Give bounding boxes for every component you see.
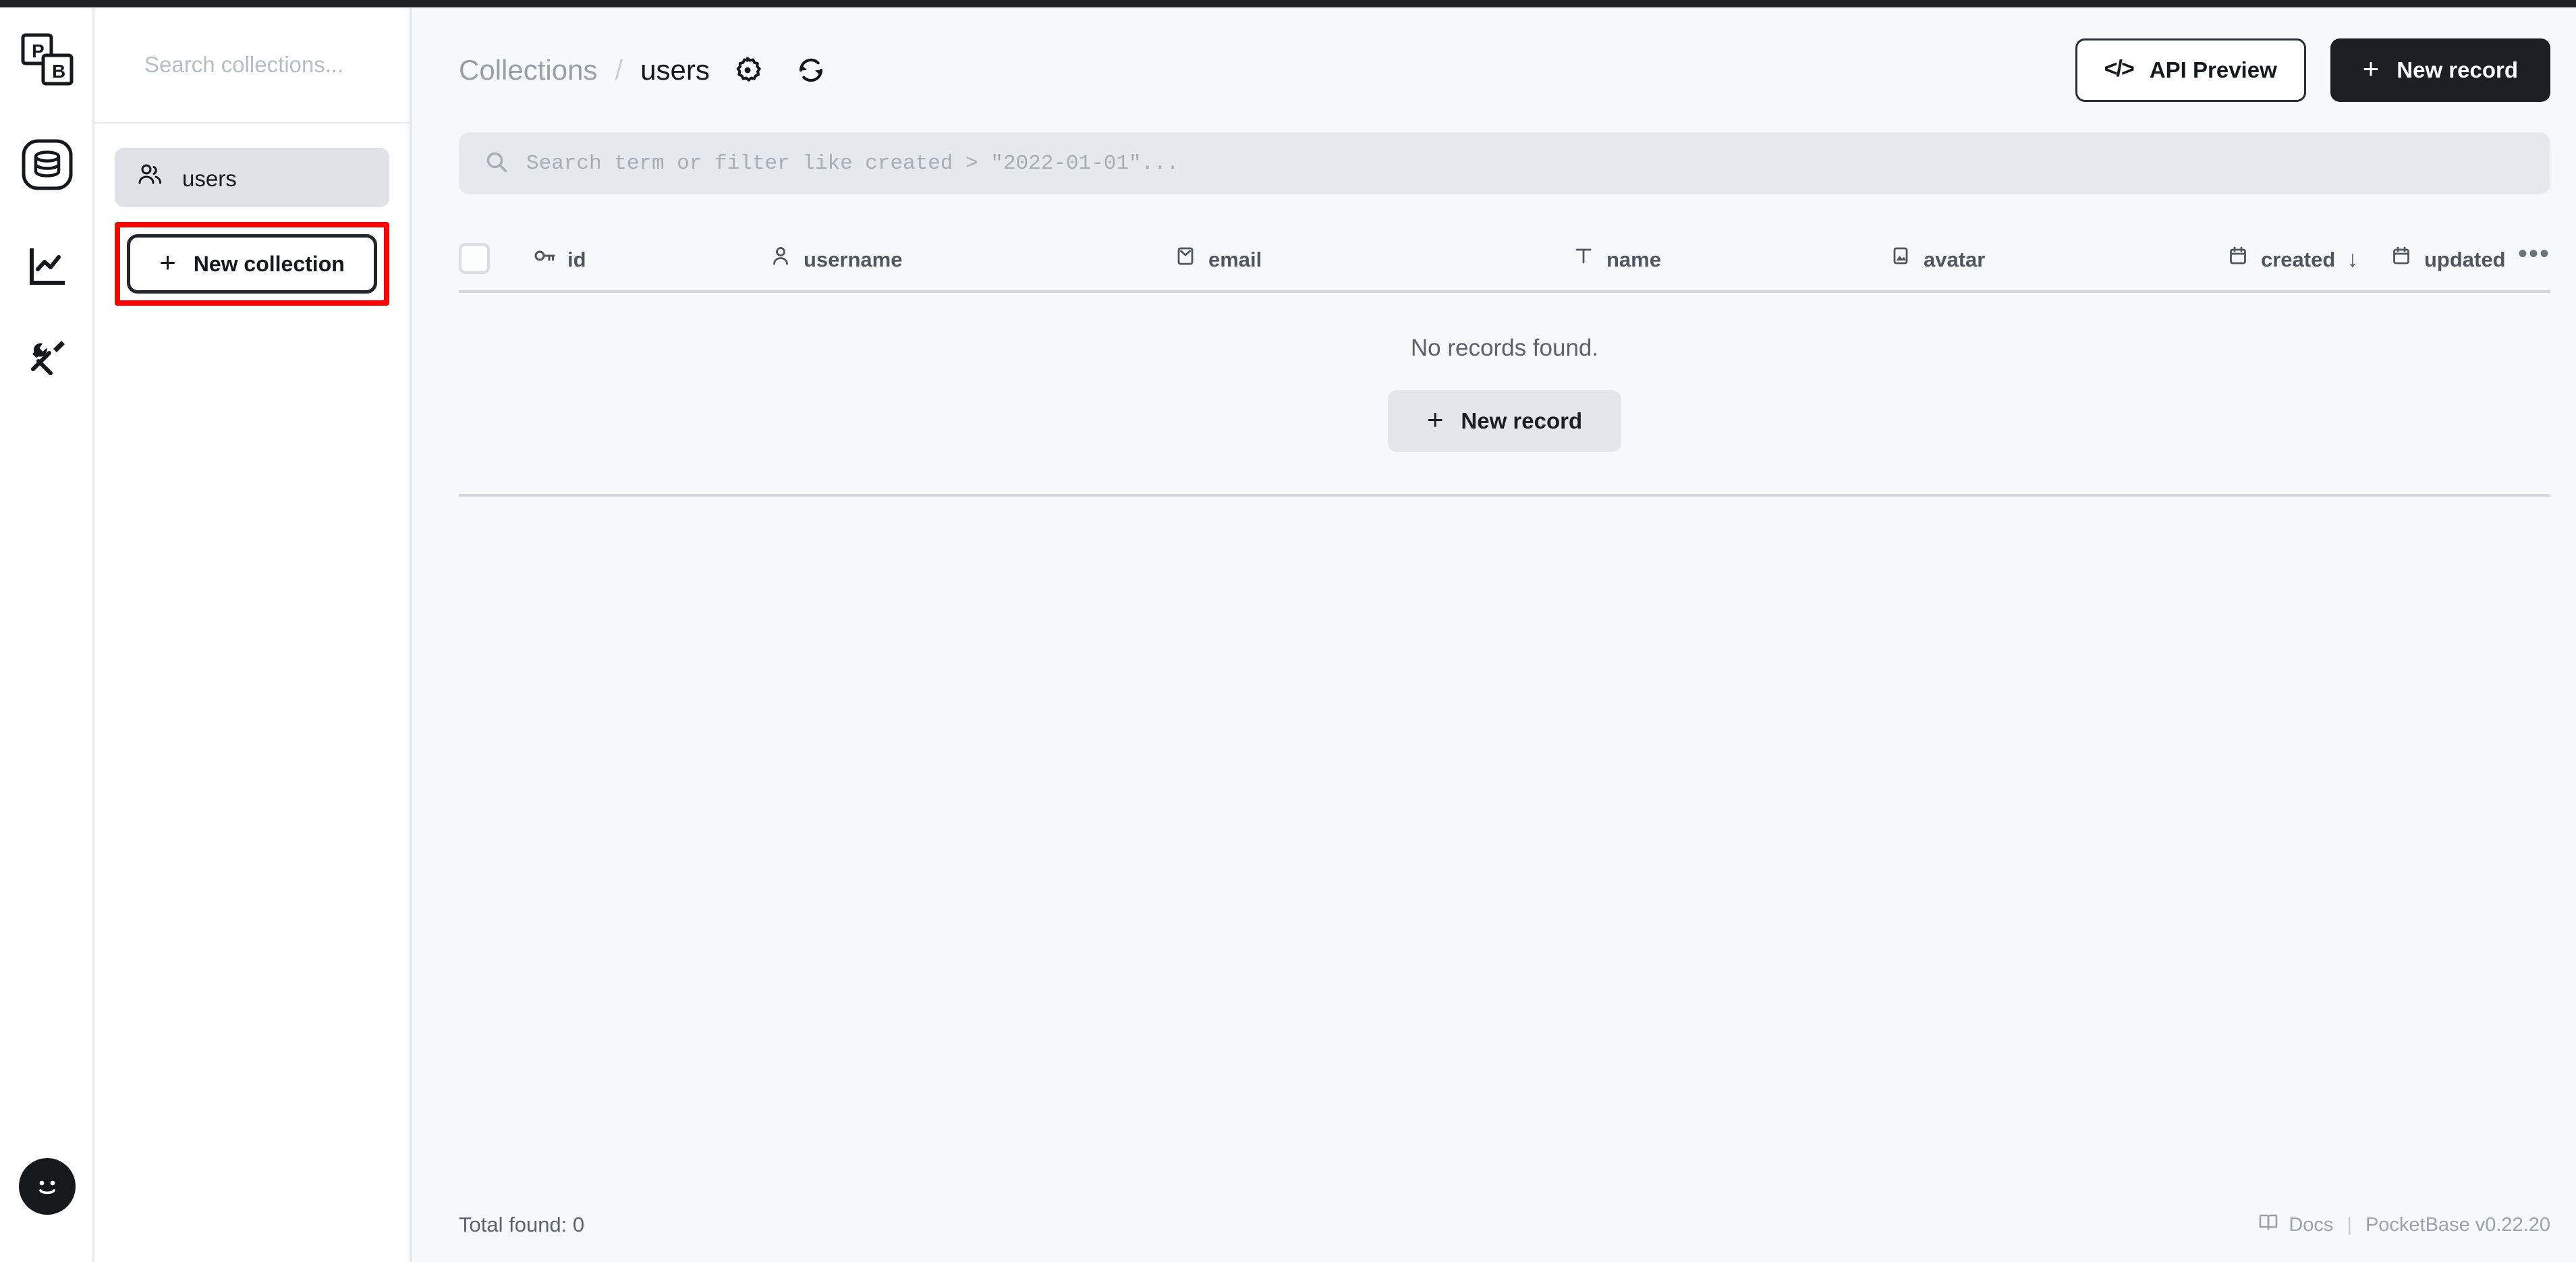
api-preview-button[interactable]: </> API Preview [2075, 38, 2306, 102]
filter-input[interactable] [526, 151, 2551, 175]
svg-text:B: B [52, 61, 65, 82]
footer-links: Docs | PocketBase v0.22.20 [2258, 1211, 2550, 1238]
total-found-value: 0 [572, 1213, 585, 1236]
column-header-name[interactable]: name [1572, 244, 1889, 273]
user-icon [769, 244, 792, 273]
sort-desc-icon: ↓ [2347, 246, 2359, 272]
column-header-id[interactable]: id [533, 244, 769, 273]
empty-state: No records found. + New record [459, 293, 2550, 452]
new-collection-button[interactable]: + New collection [127, 234, 377, 294]
window-top-bar [0, 0, 2576, 7]
envelope-icon [1174, 244, 1197, 273]
table-options-button[interactable]: ••• [2518, 240, 2550, 269]
page-footer: Total found: 0 Docs | PocketBase v0.22.2… [412, 1188, 2576, 1262]
docs-label: Docs [2289, 1213, 2334, 1236]
new-record-button-header[interactable]: + New record [2330, 38, 2551, 102]
column-header-username[interactable]: username [769, 244, 1174, 273]
table-header-row: id username email name avatar created ↓ … [459, 229, 2550, 287]
pocketbase-admin-app: P B Search collections... users + New co… [0, 0, 2576, 1262]
column-label: updated [2424, 247, 2506, 271]
breadcrumb-separator: / [615, 53, 623, 86]
image-icon [1889, 244, 1912, 273]
collection-settings-button[interactable] [722, 45, 773, 96]
docs-link[interactable]: Docs [2258, 1211, 2333, 1238]
new-record-label: New record [2397, 57, 2519, 82]
collections-list: users [94, 124, 410, 207]
avatar[interactable] [19, 1158, 76, 1215]
calendar-icon [2227, 244, 2249, 273]
version-label: PocketBase v0.22.20 [2365, 1213, 2551, 1236]
book-icon [2258, 1211, 2279, 1238]
svg-text:P: P [32, 40, 45, 61]
column-label: avatar [1924, 247, 1986, 271]
gear-icon [736, 57, 761, 82]
sidebar-item-logs[interactable] [16, 236, 78, 298]
smiley-avatar-icon [29, 1168, 65, 1205]
new-collection-label: New collection [193, 251, 345, 276]
total-found-label: Total found: [459, 1213, 567, 1236]
api-preview-label: API Preview [2149, 57, 2277, 82]
column-label: created [2261, 247, 2336, 271]
main-content: Collections / users </> API Preview + Ne… [412, 0, 2576, 1262]
breadcrumb: Collections / users [459, 54, 710, 86]
collection-item-label: users [182, 165, 237, 191]
refresh-icon [799, 58, 822, 82]
collections-search-input[interactable] [144, 52, 387, 78]
pocketbase-logo-icon[interactable]: P B [20, 32, 74, 86]
column-label: id [567, 247, 586, 271]
new-record-label: New record [1461, 408, 1583, 433]
plus-icon: + [2362, 52, 2380, 84]
collections-search-row [94, 7, 410, 124]
key-icon [533, 244, 556, 273]
page-title: users [640, 53, 710, 86]
records-filter-bar[interactable] [459, 132, 2551, 194]
sidebar-item-collections[interactable] [16, 134, 78, 196]
database-icon [22, 139, 73, 190]
column-label: name [1606, 247, 1661, 271]
column-header-updated[interactable]: updated [2390, 244, 2518, 273]
page-header: Collections / users </> API Preview + Ne… [412, 7, 2576, 132]
sidebar-item-settings[interactable] [16, 324, 78, 386]
breadcrumb-collections[interactable]: Collections [459, 54, 597, 86]
empty-state-message: No records found. [1410, 335, 1599, 361]
collection-item-users[interactable]: users [115, 148, 389, 207]
refresh-button[interactable] [785, 45, 837, 96]
column-header-created[interactable]: created ↓ [2227, 244, 2390, 273]
tools-icon [31, 341, 65, 375]
plus-icon: + [1426, 404, 1444, 436]
chart-line-icon [30, 248, 65, 285]
select-all-cell [459, 243, 533, 274]
code-icon: </> [2104, 56, 2135, 82]
column-label: email [1208, 247, 1262, 271]
records-table: id username email name avatar created ↓ … [412, 229, 2576, 497]
column-label: username [804, 247, 903, 271]
calendar-icon [2390, 244, 2413, 273]
app-sidebar-rail: P B [0, 0, 94, 1262]
footer-separator: | [2347, 1213, 2352, 1236]
filter-row [412, 132, 2576, 194]
table-bottom-divider [459, 494, 2551, 497]
collections-panel: users + New collection [94, 0, 412, 1262]
plus-icon: + [159, 246, 176, 279]
column-header-email[interactable]: email [1174, 244, 1572, 273]
select-all-checkbox[interactable] [459, 243, 490, 274]
new-record-button-empty[interactable]: + New record [1387, 390, 1622, 452]
total-found: Total found: 0 [459, 1213, 584, 1237]
new-collection-highlight: + New collection [115, 222, 389, 306]
column-header-avatar[interactable]: avatar [1889, 244, 2227, 273]
users-icon [136, 161, 163, 194]
search-icon [484, 150, 509, 177]
text-icon [1572, 244, 1595, 273]
